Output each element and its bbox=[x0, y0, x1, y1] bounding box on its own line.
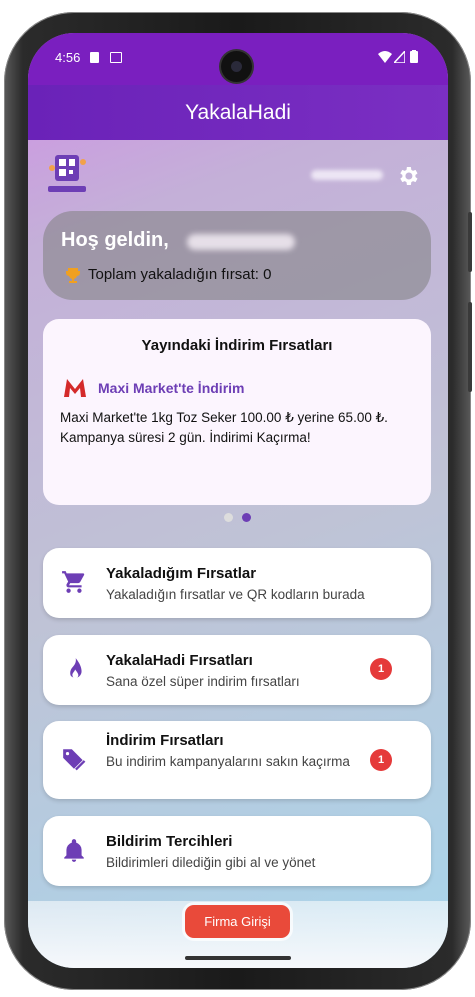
carousel-dot-1[interactable] bbox=[224, 513, 233, 522]
promo-carousel[interactable]: Yayındaki İndirim Fırsatları Maxi Market… bbox=[43, 319, 431, 505]
screen: 4:56 YakalaHadi Hoş geldin, Toplam yakal… bbox=[28, 33, 448, 968]
username-blurred bbox=[311, 170, 383, 180]
notification-badge: 1 bbox=[370, 658, 392, 680]
menu-item-title: YakalaHadi Fırsatları bbox=[106, 652, 253, 669]
cart-icon bbox=[62, 571, 85, 593]
maxi-market-logo-icon bbox=[64, 379, 86, 397]
bell-icon bbox=[64, 839, 84, 862]
battery-icon bbox=[410, 50, 418, 63]
sim-icon bbox=[90, 52, 99, 63]
menu-item-title: Yakaladığım Fırsatlar bbox=[106, 565, 257, 582]
carousel-dot-2[interactable] bbox=[242, 513, 251, 522]
welcome-greeting: Hoş geldin, bbox=[61, 229, 169, 251]
menu-item-yakalahadi[interactable]: YakalaHadi Fırsatları Sana özel süper in… bbox=[43, 635, 431, 705]
menu-item-subtitle: Yakaladığın fırsatlar ve QR kodların bur… bbox=[106, 587, 365, 602]
menu-item-title: İndirim Fırsatları bbox=[106, 732, 224, 749]
promo-description: Maxi Market'te 1kg Toz Seker 100.00 ₺ ye… bbox=[60, 410, 388, 445]
status-bar: 4:56 bbox=[28, 33, 448, 85]
menu-item-title: Bildirim Tercihleri bbox=[106, 833, 233, 850]
volume-button bbox=[468, 302, 472, 392]
notification-badge: 1 bbox=[370, 749, 392, 771]
total-caught-text: Toplam yakaladığın fırsat: 0 bbox=[88, 266, 272, 283]
tag-icon bbox=[63, 749, 86, 771]
menu-item-subtitle: Bu indirim kampanyalarını sakın kaçırma bbox=[106, 754, 350, 769]
menu-item-subtitle: Sana özel süper indirim fırsatları bbox=[106, 674, 300, 689]
trophy-icon bbox=[66, 268, 80, 283]
welcome-card: Hoş geldin, Toplam yakaladığın fırsat: 0 bbox=[43, 211, 431, 300]
gear-icon[interactable] bbox=[396, 164, 420, 188]
front-camera bbox=[221, 51, 252, 82]
power-button bbox=[468, 212, 472, 272]
menu-item-yakaladigim[interactable]: Yakaladığım Fırsatlar Yakaladığın fırsat… bbox=[43, 548, 431, 618]
app-logo-icon bbox=[48, 155, 86, 192]
promo-brand[interactable]: Maxi Market'te İndirim bbox=[98, 380, 244, 396]
status-time: 4:56 bbox=[55, 50, 81, 65]
notification-icon bbox=[110, 52, 122, 63]
signal-icon bbox=[394, 51, 405, 63]
menu-item-indirim[interactable]: İndirim Fırsatları Bu indirim kampanyala… bbox=[43, 721, 431, 799]
menu-item-subtitle: Bildirimleri dilediğin gibi al ve yönet bbox=[106, 855, 316, 870]
phone-frame: 4:56 YakalaHadi Hoş geldin, Toplam yakal… bbox=[4, 12, 472, 990]
firma-login-button[interactable]: Firma Girişi bbox=[185, 905, 290, 938]
menu-item-bildirim[interactable]: Bildirim Tercihleri Bildirimleri dilediğ… bbox=[43, 816, 431, 886]
app-title: YakalaHadi bbox=[28, 85, 448, 140]
user-name-blurred bbox=[187, 234, 295, 250]
home-indicator[interactable] bbox=[185, 956, 291, 960]
promo-title: Yayındaki İndirim Fırsatları bbox=[141, 337, 333, 354]
flame-icon bbox=[70, 658, 82, 678]
wifi-icon bbox=[378, 51, 392, 63]
